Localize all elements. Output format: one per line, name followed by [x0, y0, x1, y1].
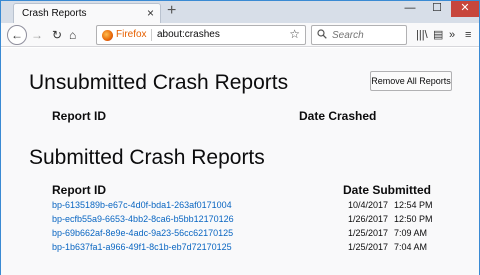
search-input[interactable] — [332, 28, 402, 42]
report-id-link[interactable]: bp-ecfb55a9-6653-4bb2-8ca6-b5bb12170126 — [52, 214, 234, 224]
close-tab-icon[interactable]: × — [147, 6, 154, 20]
submitted-time: 12:50 PM — [394, 214, 433, 224]
submitted-time: 12:54 PM — [394, 200, 433, 210]
table-row: bp-6135189b-e67c-4d0f-bda1-263af0171004 … — [1, 200, 479, 214]
submitted-date: 10/4/2017 — [348, 200, 389, 210]
submitted-date: 1/26/2017 — [348, 214, 389, 224]
date-crashed-header: Date Crashed — [299, 109, 377, 123]
submitted-heading: Submitted Crash Reports — [29, 146, 265, 169]
tab-strip: Crash Reports × + — ☐ ✕ — [1, 1, 479, 23]
remove-all-reports-button[interactable]: Remove All Reports — [370, 71, 452, 91]
table-row: bp-69b662af-8e9e-4adc-9a23-56cc62170125 … — [1, 228, 479, 242]
overflow-menu-icon[interactable]: » — [449, 28, 455, 42]
tab-crash-reports[interactable]: Crash Reports × — [13, 3, 161, 23]
date-submitted-header: Date Submitted — [343, 183, 432, 197]
forward-button[interactable]: → — [31, 27, 43, 43]
navigation-toolbar: ← → ↻ ⌂ Firefox about:crashes ☆ |||\ ▤ »… — [1, 23, 479, 47]
back-button[interactable]: ← — [7, 25, 27, 45]
unsubmitted-report-id-header: Report ID — [52, 109, 106, 123]
search-bar[interactable] — [311, 25, 407, 45]
report-id-link[interactable]: bp-69b662af-8e9e-4adc-9a23-56cc62170125 — [52, 228, 233, 238]
submitted-report-id-header: Report ID — [52, 183, 106, 197]
submitted-date: 1/25/2017 — [348, 242, 389, 252]
identity-label[interactable]: Firefox — [116, 29, 147, 40]
submitted-time: 7:09 AM — [394, 228, 428, 238]
report-id-link[interactable]: bp-1b637fa1-a966-49f1-8c1b-eb7d72170125 — [52, 242, 232, 252]
close-window-button[interactable]: ✕ — [451, 1, 479, 17]
submitted-time: 7:04 AM — [394, 242, 428, 252]
library-icon[interactable]: |||\ — [416, 28, 428, 42]
url-separator — [151, 29, 152, 41]
search-icon — [317, 29, 327, 42]
sidebar-icon[interactable]: ▤ — [433, 28, 443, 42]
url-text[interactable]: about:crashes — [157, 29, 220, 40]
tab-title: Crash Reports — [22, 8, 87, 19]
minimize-button[interactable]: — — [397, 1, 423, 17]
reload-button[interactable]: ↻ — [52, 27, 62, 43]
home-button[interactable]: ⌂ — [69, 27, 76, 43]
url-bar[interactable]: Firefox about:crashes ☆ — [96, 25, 306, 45]
submitted-date: 1/25/2017 — [348, 228, 389, 238]
table-row: bp-1b637fa1-a966-49f1-8c1b-eb7d72170125 … — [1, 242, 479, 256]
page-content: Unsubmitted Crash Reports Remove All Rep… — [1, 48, 479, 275]
report-id-link[interactable]: bp-6135189b-e67c-4d0f-bda1-263af0171004 — [52, 200, 232, 210]
bookmark-star-icon[interactable]: ☆ — [289, 27, 300, 41]
new-tab-button[interactable]: + — [167, 2, 176, 20]
hamburger-menu-icon[interactable]: ≡ — [465, 28, 471, 42]
firefox-icon — [102, 30, 113, 41]
browser-window: Crash Reports × + — ☐ ✕ ← → ↻ ⌂ Firefox … — [0, 0, 480, 275]
table-row: bp-ecfb55a9-6653-4bb2-8ca6-b5bb12170126 … — [1, 214, 479, 228]
maximize-button[interactable]: ☐ — [424, 1, 450, 17]
unsubmitted-heading: Unsubmitted Crash Reports — [29, 71, 289, 94]
